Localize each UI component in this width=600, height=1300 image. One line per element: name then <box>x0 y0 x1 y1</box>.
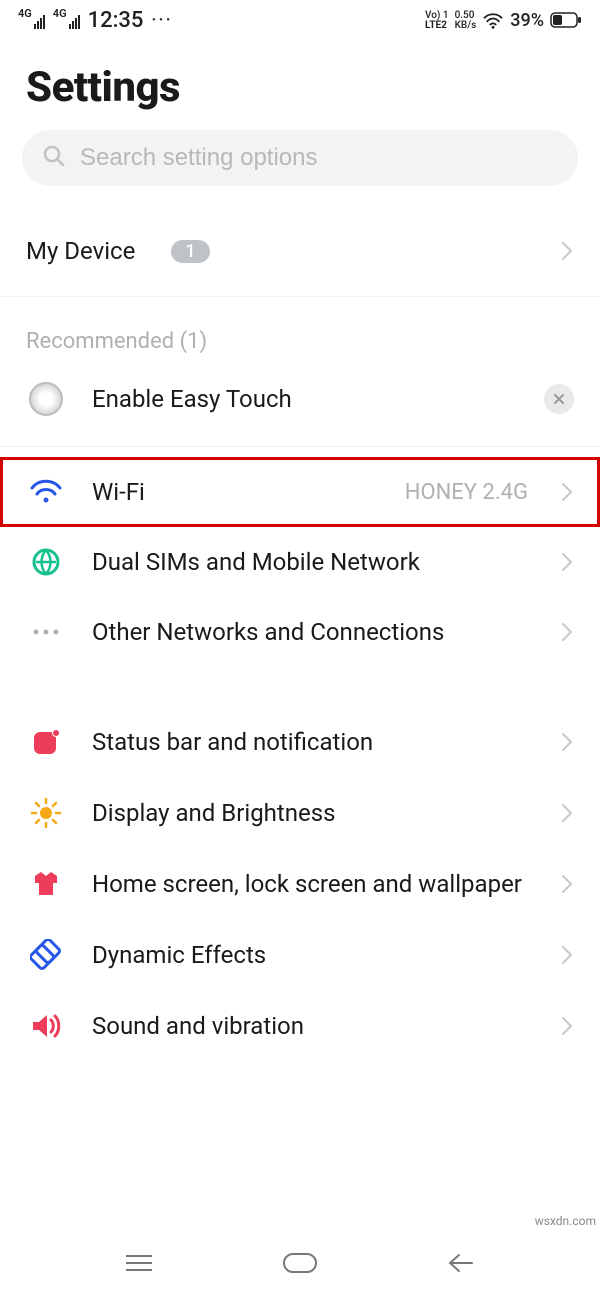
status-right: Vo) 1 LTE2 0.50 KB/s 39% <box>425 10 582 31</box>
globe-sim-icon <box>26 547 66 577</box>
status-bar-notification-label: Status bar and notification <box>92 727 534 757</box>
wifi-icon <box>26 478 66 506</box>
row-wifi[interactable]: Wi-Fi HONEY 2.4G <box>0 457 600 527</box>
easy-touch-label: Enable Easy Touch <box>92 384 518 414</box>
battery-percent: 39% <box>510 10 544 31</box>
row-other-networks[interactable]: Other Networks and Connections <box>0 597 600 667</box>
signal-1-bars <box>34 13 45 29</box>
watermark: wsxdn.com <box>535 1214 596 1228</box>
brightness-icon <box>26 797 66 829</box>
row-home-lock-wallpaper[interactable]: Home screen, lock screen and wallpaper <box>0 849 600 919</box>
chevron-right-icon <box>560 621 574 643</box>
chevron-right-icon <box>560 873 574 895</box>
chevron-right-icon <box>560 481 574 503</box>
easy-touch-icon <box>29 382 63 416</box>
home-lock-wallpaper-label: Home screen, lock screen and wallpaper <box>92 869 534 899</box>
wifi-label: Wi-Fi <box>92 477 379 507</box>
chevron-right-icon <box>560 802 574 824</box>
sound-icon <box>26 1012 66 1040</box>
my-device-label: My Device <box>26 236 135 266</box>
chevron-right-icon <box>560 240 574 262</box>
sound-vibration-label: Sound and vibration <box>92 1011 534 1041</box>
signal-1-label: 4G <box>18 7 32 20</box>
status-left: 4G 4G 12:35 ··· <box>18 8 173 33</box>
chevron-right-icon <box>560 731 574 753</box>
dynamic-effects-icon <box>26 939 66 971</box>
row-my-device[interactable]: My Device 1 <box>0 216 600 286</box>
notification-icon <box>26 727 66 757</box>
other-networks-label: Other Networks and Connections <box>92 617 534 647</box>
page-title: Settings <box>26 63 574 112</box>
search-icon <box>42 144 66 172</box>
search-bar[interactable] <box>22 130 578 186</box>
row-recommended-easy-touch[interactable]: Enable Easy Touch <box>0 362 600 436</box>
navigation-bar <box>0 1230 600 1300</box>
clock: 12:35 <box>88 8 144 33</box>
dynamic-effects-label: Dynamic Effects <box>92 940 534 970</box>
status-bar: 4G 4G 12:35 ··· Vo) 1 LTE2 0.50 KB/s 39% <box>0 0 600 33</box>
volte-indicator: Vo) 1 LTE2 <box>425 11 449 31</box>
divider <box>0 446 600 447</box>
theme-icon <box>26 870 66 898</box>
display-brightness-label: Display and Brightness <box>92 798 534 828</box>
battery-icon <box>550 12 582 30</box>
row-sound-vibration[interactable]: Sound and vibration <box>0 991 600 1061</box>
chevron-right-icon <box>560 1015 574 1037</box>
divider <box>0 296 600 297</box>
signal-2-label: 4G <box>53 7 67 20</box>
dismiss-button[interactable] <box>544 384 574 414</box>
row-status-bar-notification[interactable]: Status bar and notification <box>0 707 600 777</box>
nav-recent-button[interactable] <box>122 1251 156 1279</box>
more-icon <box>26 627 66 637</box>
signal-1: 4G <box>18 13 45 29</box>
wifi-value: HONEY 2.4G <box>405 480 528 505</box>
nav-back-button[interactable] <box>444 1250 478 1280</box>
row-display-brightness[interactable]: Display and Brightness <box>0 777 600 849</box>
page-header: Settings <box>0 33 600 130</box>
my-device-badge: 1 <box>171 240 209 263</box>
more-indicator: ··· <box>151 10 172 31</box>
dual-sims-label: Dual SIMs and Mobile Network <box>92 547 534 577</box>
nav-home-button[interactable] <box>280 1250 320 1280</box>
signal-2: 4G <box>53 13 80 29</box>
row-dynamic-effects[interactable]: Dynamic Effects <box>0 919 600 991</box>
search-input[interactable] <box>80 144 558 172</box>
net-speed: 0.50 KB/s <box>455 11 477 31</box>
recommended-title: Recommended (1) <box>0 307 600 362</box>
chevron-right-icon <box>560 944 574 966</box>
signal-2-bars <box>69 13 80 29</box>
chevron-right-icon <box>560 551 574 573</box>
row-dual-sims[interactable]: Dual SIMs and Mobile Network <box>0 527 600 597</box>
wifi-status-icon <box>482 12 504 30</box>
